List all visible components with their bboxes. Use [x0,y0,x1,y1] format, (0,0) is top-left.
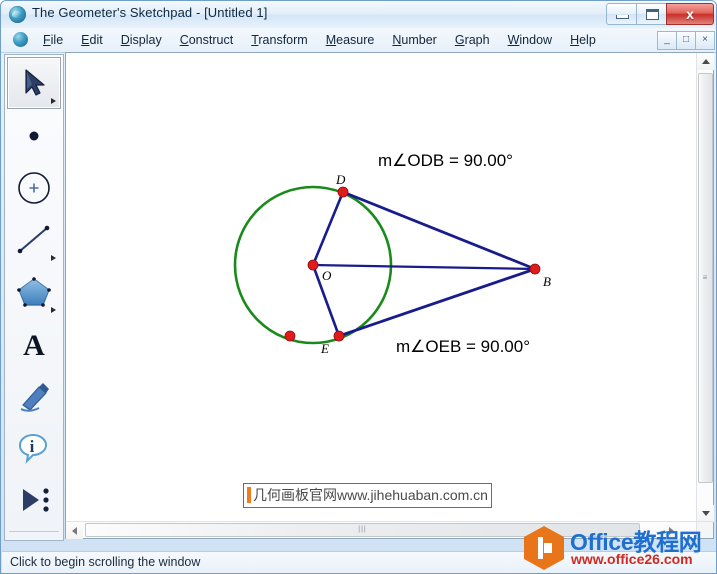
geometry-figure [233,185,541,345]
vertical-scroll-thumb[interactable]: ≡ [698,73,713,483]
minimize-icon [616,15,629,19]
menu-item-file[interactable]: File [34,31,72,49]
horizontal-scrollbar[interactable]: ||| [66,521,697,539]
tool-palette: A i [4,54,64,541]
point-unlabeled-on-circle[interactable] [284,330,296,342]
angle-odb-measurement[interactable]: m∠ODB = 90.00° [378,151,513,171]
sketch-text-content: 几何画板官网www.jihehuaban.com.cn [253,487,488,503]
segment-db[interactable] [342,190,536,271]
point-label-e[interactable]: E [321,341,329,357]
custom-tool[interactable] [8,475,60,525]
menu-item-measure[interactable]: Measure [317,31,384,49]
text-tool[interactable]: A [8,319,60,369]
menu-item-transform[interactable]: Transform [242,31,317,49]
angle-oeb-measurement[interactable]: m∠OEB = 90.00° [396,337,530,357]
menu-item-number[interactable]: Number [383,31,445,49]
mdi-close-button[interactable]: × [695,31,715,50]
scrollbar-corner [696,521,713,538]
title-bar: The Geometer's Sketchpad - [Untitled 1] … [1,1,716,29]
chevron-down-icon [701,511,710,516]
marker-tool[interactable] [8,371,60,421]
straightedge-tool[interactable] [8,215,60,265]
scroll-down-button[interactable] [697,505,714,522]
play-triangle-dots-icon [23,488,49,512]
compass-circle-tool[interactable] [8,163,60,213]
close-button[interactable]: x [666,3,714,25]
menu-item-help[interactable]: Help [561,31,605,49]
menu-item-edit[interactable]: Edit [72,31,112,49]
window-controls: x [606,3,714,25]
close-icon: x [686,6,694,22]
status-message: Click to begin scrolling the window [10,555,201,569]
chevron-up-icon [701,59,710,64]
application-window: The Geometer's Sketchpad - [Untitled 1] … [0,0,717,574]
segment-eb[interactable] [338,267,536,338]
polygon-tool[interactable] [8,267,60,317]
document-globe-icon [13,32,28,47]
text-caret [247,487,251,503]
scroll-right-button[interactable] [663,522,680,539]
information-tool[interactable]: i [8,423,60,473]
scroll-up-button[interactable] [697,53,714,70]
point-tool[interactable] [8,111,60,161]
pen-marker-icon [20,383,49,412]
point-dot-icon [29,131,39,141]
menu-item-construct[interactable]: Construct [171,31,243,49]
mdi-minimize-button[interactable]: _ [657,31,677,50]
point-d[interactable] [337,186,349,198]
sketch-canvas[interactable]: D O E B m∠ODB = 90.00° m∠OEB = 90.00° 几何… [66,53,697,522]
svg-text:A: A [23,329,45,361]
sketchpad-globe-icon [9,6,26,23]
window-title: The Geometer's Sketchpad - [Untitled 1] [32,5,268,20]
segment-ob[interactable] [312,263,536,271]
arrow-cursor-icon [25,69,45,96]
horizontal-scroll-thumb[interactable]: ||| [85,523,640,537]
segment-od[interactable] [311,191,345,266]
scroll-grip-icon: ≡ [702,273,709,282]
mdi-window-controls: _ □ × [657,31,715,50]
menu-item-graph[interactable]: Graph [446,31,499,49]
svg-text:i: i [30,437,35,456]
point-label-o[interactable]: O [322,268,331,284]
point-b[interactable] [529,263,541,275]
menu-bar: File Edit Display Construct Transform Me… [1,28,716,53]
info-bubble-icon: i [18,434,48,464]
chevron-right-icon [669,526,674,535]
line-segment-icon [17,225,50,254]
sketch-text-box[interactable]: 几何画板官网www.jihehuaban.com.cn [243,483,492,508]
chevron-left-icon [72,526,77,535]
point-label-b[interactable]: B [543,274,551,290]
pentagon-icon [17,277,51,307]
arrow-tool-flyout-icon[interactable] [51,98,56,104]
tool-palette-divider [9,531,59,532]
arrow-select-tool[interactable] [7,57,61,109]
polygon-tool-flyout-icon[interactable] [51,307,56,313]
circle-compass-icon [18,172,50,204]
status-bar: Click to begin scrolling the window [2,551,716,573]
maximize-button[interactable] [636,3,667,25]
letter-a-icon: A [23,329,45,361]
straightedge-tool-flyout-icon[interactable] [51,255,56,261]
menu-item-display[interactable]: Display [112,31,171,49]
point-o[interactable] [307,259,319,271]
menu-item-window[interactable]: Window [499,31,561,49]
sketch-document-frame: D O E B m∠ODB = 90.00° m∠OEB = 90.00° 几何… [65,52,714,539]
minimize-button[interactable] [606,3,637,25]
scroll-left-button[interactable] [66,522,83,539]
vertical-scrollbar[interactable]: ≡ [696,53,714,522]
point-e[interactable] [333,330,345,342]
mdi-restore-button[interactable]: □ [676,31,696,50]
maximize-icon [646,9,659,20]
scroll-grip-icon: ||| [358,526,367,533]
point-label-d[interactable]: D [336,172,345,188]
menu-item-list: File Edit Display Construct Transform Me… [34,28,605,52]
